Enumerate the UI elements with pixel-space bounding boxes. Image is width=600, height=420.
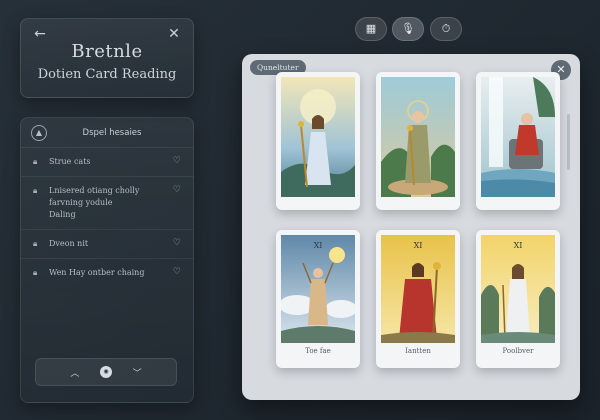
lock-icon: 🔒︎ — [33, 157, 38, 166]
list-item[interactable]: 🔒︎ Strue cats ♡ — [21, 148, 193, 177]
card-illustration: XI — [381, 235, 455, 343]
tarot-card[interactable]: XI Toe fae — [276, 230, 360, 368]
list-item-label: Wen Hay ontber chaing — [49, 268, 145, 277]
tarot-card[interactable] — [376, 72, 460, 210]
list-item[interactable]: 🔒︎ Wen Hay ontber chaing ♡ — [21, 259, 193, 287]
card-numeral: XI — [314, 241, 323, 250]
grid-view-button[interactable]: ▦ — [355, 17, 387, 41]
chevron-up-icon[interactable]: ︿ — [70, 366, 79, 379]
reading-list-panel: ▲ Dspel hesaies 🔒︎ Strue cats ♡ 🔒︎ Lnise… — [20, 117, 194, 403]
tarot-card[interactable] — [276, 72, 360, 210]
card-caption: Toe fae — [305, 347, 331, 355]
card-caption: Poolbver — [502, 347, 534, 355]
page-title: Bretnle — [71, 41, 143, 62]
list-item-label: Dveon nit — [49, 239, 89, 248]
list-header: ▲ Dspel hesaies — [21, 118, 193, 148]
info-icon[interactable]: ▲ — [31, 124, 47, 141]
lock-icon: 🔒︎ — [33, 239, 38, 248]
card-illustration — [381, 77, 455, 197]
list-item[interactable]: 🔒︎ Lnisered otiang cholly farvning yodul… — [21, 177, 193, 230]
eye-icon[interactable]: ◉ — [100, 366, 112, 378]
tarot-card[interactable]: XI Iantten — [376, 230, 460, 368]
tarot-card[interactable]: XI Poolbver — [476, 230, 560, 368]
grid-icon: ▦ — [365, 22, 377, 35]
card-numeral: XI — [414, 241, 423, 250]
card-numeral: XI — [514, 241, 523, 250]
timer-icon: ⏱︎ — [441, 22, 451, 35]
list-footer-controls: ︿ ◉ ﹀ — [35, 358, 177, 386]
heart-icon[interactable]: ♡ — [173, 267, 181, 277]
page-subtitle: Dotien Card Reading — [37, 67, 177, 82]
card-gallery: Quneltuter ✕ XI Toe fae XI Iantten XI Po… — [242, 54, 580, 400]
card-illustration: XI — [481, 235, 555, 343]
card-illustration: XI — [281, 235, 355, 343]
heart-icon[interactable]: ♡ — [173, 185, 181, 195]
list-item[interactable]: 🔒︎ Dveon nit ♡ — [21, 230, 193, 259]
heart-icon[interactable]: ♡ — [173, 238, 181, 248]
list-header-label: Dspel hesaies — [82, 127, 142, 138]
card-illustration — [481, 77, 555, 197]
voice-button[interactable]: 🎙︎ — [392, 17, 424, 41]
list-item-label: Strue cats — [49, 157, 91, 166]
lock-icon: 🔒︎ — [33, 186, 38, 195]
chevron-down-icon[interactable]: ﹀ — [133, 366, 142, 379]
list-item-label: Lnisered otiang cholly farvning yodule D… — [49, 186, 140, 219]
heart-icon[interactable]: ♡ — [173, 156, 181, 166]
card-caption: Iantten — [405, 347, 431, 355]
card-illustration — [281, 77, 355, 197]
mic-icon: 🎙︎ — [401, 22, 415, 35]
title-card: ← ✕ Bretnle Dotien Card Reading — [20, 18, 194, 98]
timer-button[interactable]: ⏱︎ — [430, 17, 462, 41]
scrollbar[interactable] — [567, 114, 570, 170]
lock-icon: 🔒︎ — [33, 268, 38, 277]
tarot-card[interactable] — [476, 72, 560, 210]
